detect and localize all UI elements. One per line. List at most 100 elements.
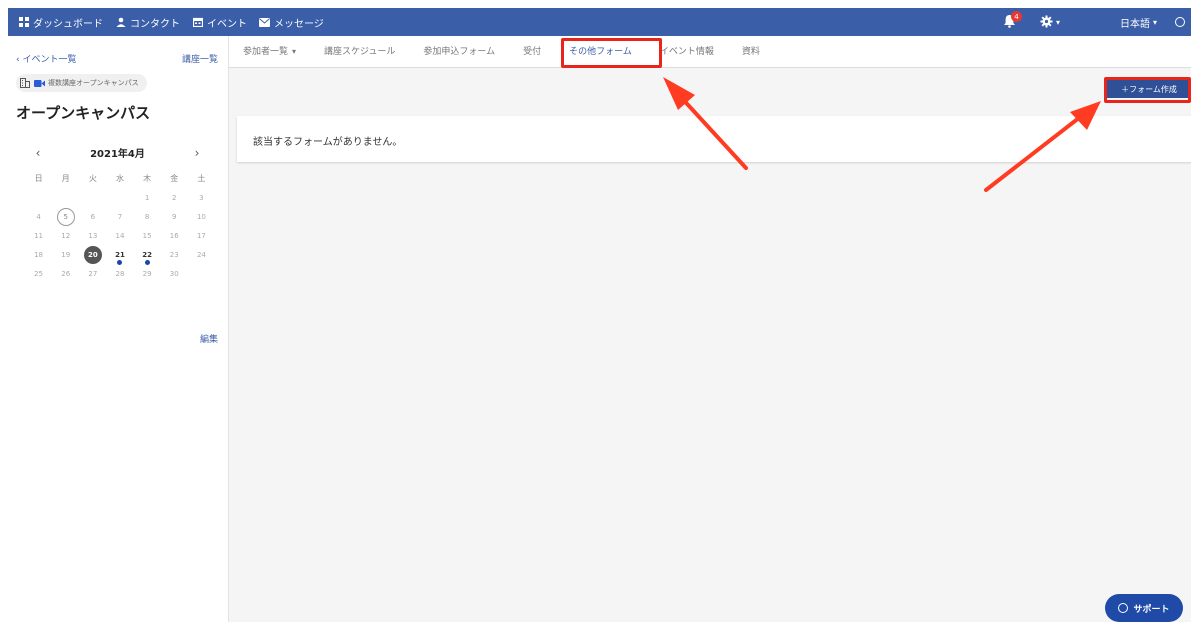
calendar-day[interactable]: 22 <box>134 246 161 265</box>
calendar-day[interactable]: 4 <box>25 208 52 227</box>
calendar-day-number: 9 <box>172 213 177 221</box>
calendar-day[interactable]: 27 <box>79 265 106 284</box>
tab-label: 参加者一覧 <box>243 46 289 57</box>
tab-label: イベント情報 <box>659 46 714 57</box>
calendar-blank <box>25 189 52 208</box>
support-button[interactable]: サポート <box>1105 594 1183 622</box>
event-type-chip: 複数講座オープンキャンパス <box>16 74 147 92</box>
language-select[interactable]: 日本語 ▾ <box>1120 15 1157 30</box>
nav-dashboard-label: ダッシュボード <box>33 18 103 30</box>
empty-message: 該当するフォームがありません。 <box>253 137 403 148</box>
tab-0[interactable]: 参加者一覧 ▾ <box>229 36 310 68</box>
calendar-day[interactable]: 11 <box>25 227 52 246</box>
event-sidebar: ‹ イベント一覧 講座一覧 複数講座オープンキャンパス オープンキャンパス ‹ … <box>8 36 229 622</box>
calendar-day[interactable]: 28 <box>106 265 133 284</box>
calendar-day[interactable]: 8 <box>134 208 161 227</box>
nav-event-label: イベント <box>207 18 247 30</box>
calendar-day[interactable]: 14 <box>106 227 133 246</box>
calendar-day[interactable]: 19 <box>52 246 79 265</box>
chevron-down-icon: ▾ <box>1152 17 1157 27</box>
tab-4[interactable]: その他フォーム <box>555 36 646 68</box>
calendar-day-number: 6 <box>90 213 96 221</box>
nav-dashboard[interactable]: ダッシュボード <box>18 15 103 30</box>
calendar-weekday: 月 <box>61 174 70 183</box>
calendar-day[interactable]: 24 <box>188 246 215 265</box>
event-tabs: 参加者一覧 ▾ 講座スケジュール 参加申込フォーム 受付 その他フォーム イベント情報 資料 <box>229 36 1191 68</box>
tab-label: 講座スケジュール <box>324 46 396 57</box>
calendar-day-number: 15 <box>142 232 152 240</box>
support-label: サポート <box>1133 604 1170 615</box>
calendar-day-number: 5 <box>56 208 75 226</box>
calendar-day-number: 29 <box>142 270 152 278</box>
calendar-day[interactable]: 29 <box>134 265 161 284</box>
tab-1[interactable]: 講座スケジュール <box>310 36 409 68</box>
calendar-day[interactable]: 18 <box>25 246 52 265</box>
calendar-day-number: 14 <box>115 232 125 240</box>
calendar-day[interactable]: 10 <box>188 208 215 227</box>
calendar-day-number: 16 <box>169 232 179 240</box>
calendar-day[interactable]: 17 <box>188 227 215 246</box>
calendar-blank <box>106 189 133 208</box>
calendar-next-button[interactable]: › <box>191 146 203 160</box>
calendar-weekday: 火 <box>88 174 97 183</box>
calendar-day[interactable]: 25 <box>25 265 52 284</box>
settings-menu[interactable]: ▾ <box>1040 15 1060 30</box>
tab-5[interactable]: イベント情報 <box>646 36 728 68</box>
calendar-day[interactable]: 20 <box>79 246 106 265</box>
top-nav-bar: ダッシュボード コンタクト イベント メッセージ 4 ▾ 日本語 ▾ <box>8 8 1191 36</box>
calendar-weekday: 日 <box>34 174 43 183</box>
calendar-day-number: 26 <box>61 270 71 278</box>
calendar-day-number: 24 <box>196 251 206 259</box>
video-camera-icon <box>34 79 45 87</box>
tab-2[interactable]: 参加申込フォーム <box>409 36 509 68</box>
language-label: 日本語 <box>1119 18 1150 30</box>
event-type-label: 複数講座オープンキャンパス <box>48 79 139 87</box>
calendar-day[interactable]: 13 <box>79 227 106 246</box>
calendar-day[interactable]: 3 <box>188 189 215 208</box>
calendar-day[interactable]: 26 <box>52 265 79 284</box>
calendar-prev-button[interactable]: ‹ <box>32 146 44 160</box>
calendar-day[interactable]: 5 <box>52 208 79 227</box>
tab-6[interactable]: 資料 <box>728 36 774 68</box>
calendar-day[interactable]: 7 <box>106 208 133 227</box>
calendar-day[interactable]: 30 <box>161 265 188 284</box>
calendar-day-number: 17 <box>196 232 206 240</box>
create-form-button[interactable]: ＋フォーム作成 <box>1107 80 1191 98</box>
calendar-day-number: 30 <box>169 270 179 278</box>
calendar-day[interactable]: 23 <box>161 246 188 265</box>
calendar-header: ‹ 2021年4月 › <box>32 145 203 161</box>
calendar-day[interactable]: 6 <box>79 208 106 227</box>
nav-contact[interactable]: コンタクト <box>115 15 180 30</box>
calendar-day[interactable]: 1 <box>134 189 161 208</box>
back-to-event-list-link[interactable]: ‹ イベント一覧 <box>16 52 76 65</box>
tab-label: その他フォーム <box>569 46 632 57</box>
calendar-day[interactable]: 9 <box>161 208 188 227</box>
calendar-icon <box>192 17 203 28</box>
chevron-down-icon: ▾ <box>1055 17 1060 27</box>
tab-label: 受付 <box>523 46 542 57</box>
calendar-day[interactable]: 16 <box>161 227 188 246</box>
building-icon <box>20 78 30 88</box>
edit-link[interactable]: 編集 <box>200 332 218 345</box>
tab-label: 資料 <box>741 46 760 57</box>
course-list-link[interactable]: 講座一覧 <box>182 52 218 65</box>
calendar-weekday: 土 <box>197 174 206 183</box>
help-icon[interactable] <box>1175 17 1185 27</box>
calendar-day-number: 2 <box>172 194 177 202</box>
calendar-day[interactable]: 21 <box>106 246 133 265</box>
event-title: オープンキャンパス <box>16 104 151 122</box>
tab-3[interactable]: 受付 <box>509 36 555 68</box>
calendar-day-number: 19 <box>61 251 71 259</box>
calendar-day[interactable]: 12 <box>52 227 79 246</box>
mail-icon <box>259 17 270 28</box>
calendar-day[interactable]: 15 <box>134 227 161 246</box>
nav-message[interactable]: メッセージ <box>259 15 324 30</box>
notification-button[interactable]: 4 <box>1000 11 1022 32</box>
nav-event[interactable]: イベント <box>192 15 247 30</box>
calendar-day-number: 28 <box>115 270 125 278</box>
calendar-weekday: 水 <box>115 174 124 183</box>
notification-badge: 4 <box>1010 11 1022 22</box>
calendar-blank <box>52 189 79 208</box>
calendar-day[interactable]: 2 <box>161 189 188 208</box>
calendar-day-number: 27 <box>88 270 98 278</box>
